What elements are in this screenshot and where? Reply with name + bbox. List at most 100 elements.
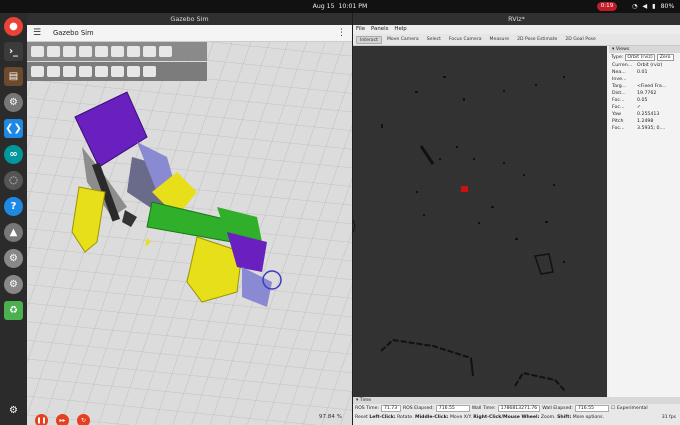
reset-button[interactable]: Reset <box>355 415 368 420</box>
reset-icon[interactable]: ↻ <box>77 414 90 425</box>
prop-checkbox[interactable]: ✓ <box>637 104 641 111</box>
paste-icon[interactable] <box>143 66 156 77</box>
fps-counter: 31 fps <box>661 415 676 420</box>
menu-icon[interactable]: ☰ <box>33 28 43 38</box>
ellipsoid-icon[interactable] <box>95 46 108 57</box>
gazebo-window-title: Gazebo Sim <box>27 13 352 25</box>
view-prop-row[interactable]: Foc... 0.05 <box>609 97 680 104</box>
ubuntu-icon[interactable]: ◌ <box>4 171 23 190</box>
vscode-icon[interactable]: ❮❯ <box>4 119 23 138</box>
view-prop-row[interactable]: Inve... <box>609 76 680 83</box>
translate-icon[interactable] <box>47 66 60 77</box>
trash-icon[interactable]: ♻ <box>4 301 23 320</box>
screenshot-icon[interactable] <box>111 66 124 77</box>
point-light-icon[interactable] <box>159 46 172 57</box>
tool-focus-camera[interactable]: Focus Camera <box>446 36 485 44</box>
prop-value: 0.01 <box>637 70 648 75</box>
prop-key: Inve... <box>612 77 627 82</box>
prop-key: Targ... <box>612 84 627 89</box>
tool-move-camera[interactable]: Move Camera <box>384 36 422 44</box>
cylinder-icon[interactable] <box>63 46 76 57</box>
playback-controls: ❚❚ ▸▸ ↻ <box>35 414 90 425</box>
hint-left-key: Left-Click: <box>369 415 396 420</box>
pause-icon[interactable]: ❚❚ <box>35 414 48 425</box>
hint-right-key: Right-Click/Mouse Wheel: <box>473 415 540 420</box>
status-hint: Reset Left-Click: Rotate. Middle-Click: … <box>353 413 680 422</box>
directional-light-icon[interactable] <box>143 46 156 57</box>
select-icon[interactable] <box>31 66 44 77</box>
menu-help[interactable]: Help <box>394 25 406 34</box>
rviz-menubar: File Panels Help <box>353 25 680 34</box>
wall-time-field[interactable]: 1786813271.76 <box>497 405 541 412</box>
gazebo-3d-scene[interactable]: ❚❚ ▸▸ ↻ 97.84 % <box>27 42 352 425</box>
experimental-checkbox[interactable]: ☐ <box>611 406 615 411</box>
menu-file[interactable]: File <box>356 25 365 34</box>
grid-icon[interactable] <box>95 66 108 77</box>
ros-elapsed-label: ROS Elapsed: <box>402 406 434 411</box>
sun-icon[interactable] <box>111 46 124 57</box>
tool-2d-goal-pose[interactable]: 2D Goal Pose <box>562 36 598 44</box>
box-icon[interactable] <box>31 46 44 57</box>
tool-select[interactable]: Select <box>424 36 444 44</box>
time-row: ROS Time: 71.73 ROS Elapsed: 716.55 Wall… <box>353 404 680 413</box>
recording-indicator[interactable]: 0:19 <box>597 2 617 11</box>
gear-icon[interactable]: ⚙ <box>4 249 23 268</box>
rviz-window-title: RViz* <box>353 13 680 25</box>
copy-icon[interactable] <box>127 66 140 77</box>
prop-value: 0.255413 <box>637 112 660 117</box>
rviz-viewport[interactable] <box>353 46 607 408</box>
current-view-row[interactable]: Curren... Orbit (rviz) <box>609 62 680 69</box>
view-prop-row[interactable]: Foc... 3.5935; 0.... <box>609 125 680 132</box>
experimental-label: Experimental <box>616 406 648 411</box>
view-prop-row[interactable]: Pitch 1.2498 <box>609 118 680 125</box>
ros-time-field[interactable]: 71.73 <box>380 405 401 412</box>
view-type-select[interactable]: Orbit (rviz) <box>625 54 655 61</box>
views-panel: ▾ Views Type: Orbit (rviz) Zero Curren..… <box>609 46 680 408</box>
step-icon[interactable]: ▸▸ <box>56 414 69 425</box>
gear-icon-2[interactable]: ⚙ <box>4 275 23 294</box>
views-title: Views <box>615 47 630 52</box>
tool-interact[interactable]: Interact <box>356 36 382 44</box>
tool-measure[interactable]: Measure <box>487 36 513 44</box>
system-tray[interactable]: ◔ ◀ ▮ 80% <box>632 0 674 13</box>
zero-button[interactable]: Zero <box>656 54 674 61</box>
prop-value: <Fixed Fra... <box>637 84 667 89</box>
view-prop-row[interactable]: Nea... 0.01 <box>609 69 680 76</box>
snap-icon[interactable] <box>79 66 92 77</box>
capsule-icon[interactable] <box>79 46 92 57</box>
hint-middle-value: Move X/Y. <box>449 415 472 420</box>
battery-level: 80% <box>660 3 675 10</box>
help-icon[interactable]: ? <box>4 197 23 216</box>
view-prop-row[interactable]: Dist... 19.7762 <box>609 90 680 97</box>
time-panel: ▾ Time ROS Time: 71.73 ROS Elapsed: 716.… <box>353 397 680 425</box>
software-updater-icon[interactable]: ▲ <box>4 223 23 242</box>
settings-icon[interactable]: ⚙ <box>4 93 23 112</box>
view-prop-row[interactable]: Foc... ✓ <box>609 104 680 111</box>
chrome-icon[interactable]: ● <box>4 17 23 36</box>
more-options-icon[interactable]: ⋮ <box>337 25 346 42</box>
time: 10:01 PM <box>338 3 368 10</box>
arduino-icon[interactable]: ∞ <box>4 145 23 164</box>
menu-panels[interactable]: Panels <box>371 25 388 34</box>
prop-value: 3.5935; 0.... <box>637 126 666 131</box>
spot-light-icon[interactable] <box>127 46 140 57</box>
wall-elapsed-field[interactable]: 716.55 <box>574 405 609 412</box>
gazebo-header: ☰ Gazebo Sim ⋮ <box>27 25 352 42</box>
ros-time-label: ROS Time: <box>355 406 379 411</box>
views-header: ▾ Views <box>609 46 680 53</box>
clock[interactable]: Aug 15 10:01 PM <box>0 0 680 13</box>
date: Aug 15 <box>312 3 335 10</box>
files-icon[interactable]: ▤ <box>4 67 23 86</box>
terminal-icon[interactable]: ›_ <box>4 42 23 61</box>
hint-middle-key: Middle-Click: <box>415 415 449 420</box>
rotate-icon[interactable] <box>63 66 76 77</box>
tool-2d-pose-estimate[interactable]: 2D Pose Estimate <box>514 36 560 44</box>
prop-key: Dist... <box>612 91 626 96</box>
sphere-icon[interactable] <box>47 46 60 57</box>
show-apps-icon[interactable]: ⚙ <box>4 401 23 420</box>
view-prop-row[interactable]: Yaw 0.255413 <box>609 111 680 118</box>
rviz-window: RViz* File Panels Help Interact Move Cam… <box>353 13 680 425</box>
volume-icon: ◀ <box>642 3 648 10</box>
view-prop-row[interactable]: Targ... <Fixed Fra... <box>609 83 680 90</box>
ros-elapsed-field[interactable]: 716.55 <box>435 405 470 412</box>
